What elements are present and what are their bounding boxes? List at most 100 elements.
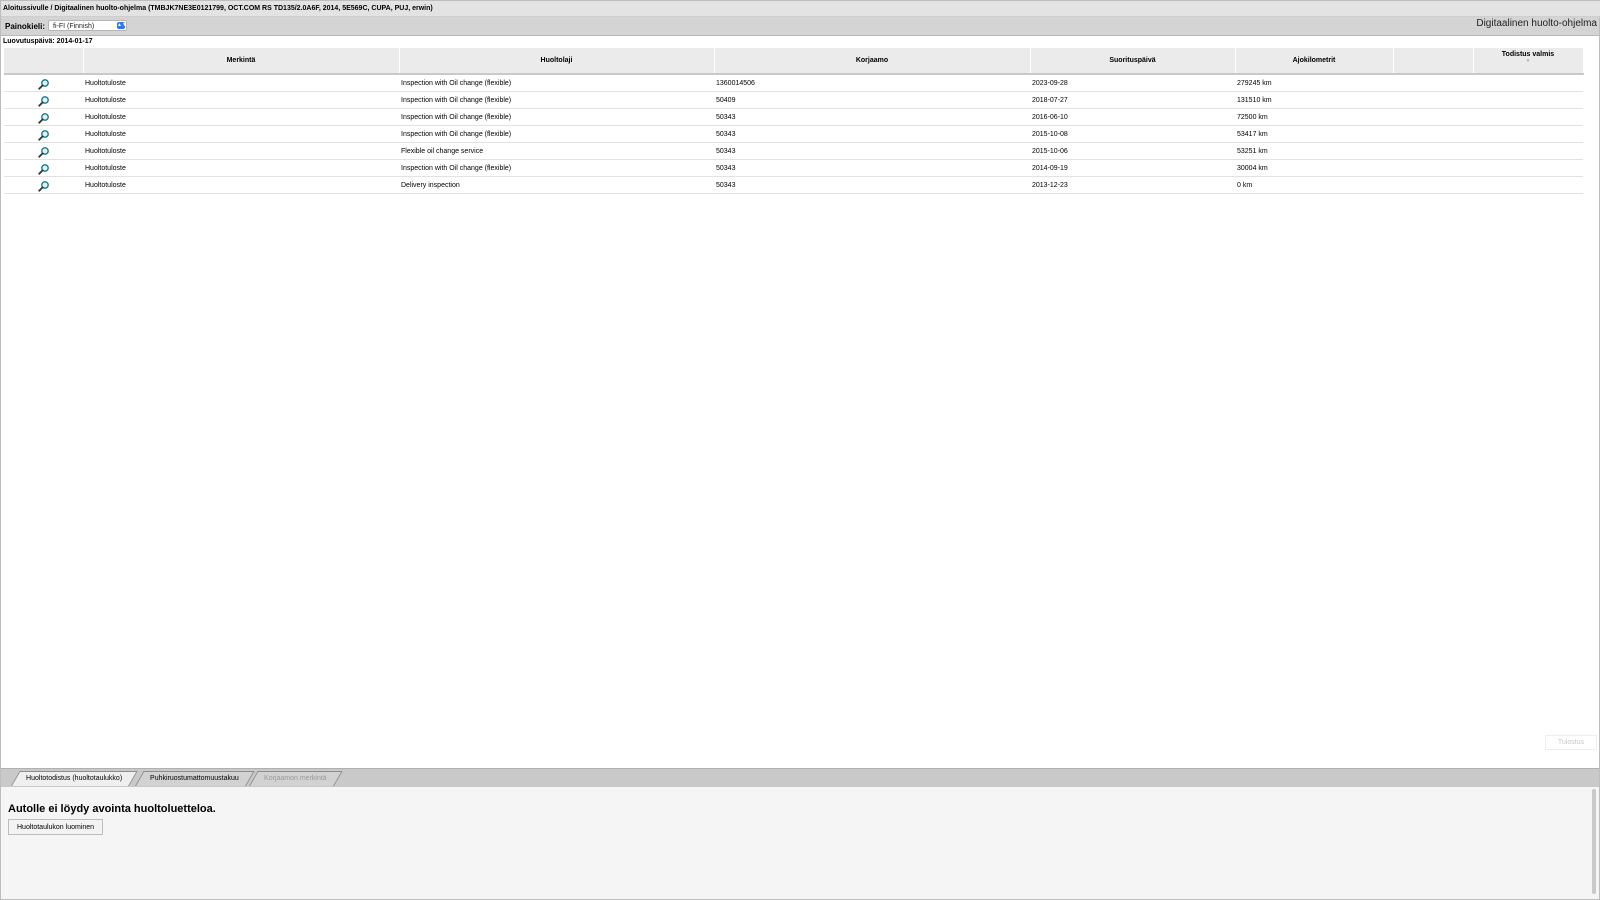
cell-extra [1393, 142, 1473, 160]
cell-suorituspaiva: 2016-06-10 [1030, 108, 1235, 126]
table-row[interactable]: Huoltotuloste Delivery inspection 50343 201… [4, 176, 1583, 194]
app-title: Digitaalinen huolto-ohjelma [1476, 18, 1597, 29]
cell-huoltolaji: Inspection with Oil change (flexible) [399, 125, 714, 143]
cell-merkinta: Huoltotuloste [83, 142, 399, 160]
cell-suorituspaiva: 2015-10-06 [1030, 142, 1235, 160]
chevron-updown-icon: ▲▼ [117, 22, 127, 29]
cell-suorituspaiva: 2018-07-27 [1030, 91, 1235, 109]
cell-todistus [1473, 91, 1583, 109]
breadcrumb[interactable]: Aloitussivulle / Digitaalinen huolto-ohj… [1, 1, 1600, 17]
cell-korjaamo: 50343 [714, 159, 1030, 177]
magnifier-icon[interactable] [37, 146, 50, 158]
cell-merkinta: Huoltotuloste [83, 176, 399, 194]
tab-korjaamon-merkinta[interactable]: Korjaamon merkintä [249, 771, 343, 786]
row-icon-cell[interactable] [4, 74, 83, 92]
cell-korjaamo: 1360014506 [714, 74, 1030, 92]
cell-merkinta: Huoltotuloste [83, 74, 399, 92]
magnifier-icon[interactable] [37, 95, 50, 107]
header-extra [1393, 48, 1474, 75]
language-label: Painokieli: [5, 22, 46, 31]
cell-huoltolaji: Inspection with Oil change (flexible) [399, 159, 714, 177]
cell-merkinta: Huoltotuloste [83, 159, 399, 177]
cell-ajokilometrit: 53417 km [1235, 125, 1393, 143]
cell-suorituspaiva: 2014-09-19 [1030, 159, 1235, 177]
row-icon-cell[interactable] [4, 91, 83, 109]
cell-suorituspaiva: 2013-12-23 [1030, 176, 1235, 194]
cell-korjaamo: 50343 [714, 125, 1030, 143]
cell-merkinta: Huoltotuloste [83, 125, 399, 143]
cell-todistus [1473, 176, 1583, 194]
cell-todistus [1473, 159, 1583, 177]
row-icon-cell[interactable] [4, 159, 83, 177]
header-suorituspaiva[interactable]: Suorituspäivä [1030, 48, 1236, 75]
cell-extra [1393, 91, 1473, 109]
cell-todistus [1473, 74, 1583, 92]
magnifier-icon[interactable] [37, 112, 50, 124]
cell-extra [1393, 159, 1473, 177]
header-huoltolaji[interactable]: Huoltolaji [399, 48, 715, 75]
magnifier-icon[interactable] [37, 129, 50, 141]
tab-puhkiruostumattomuustakuu[interactable]: Puhkiruostumattomuustakuu [135, 771, 255, 786]
empty-message: Autolle ei löydy avointa huoltoluetteloa… [8, 803, 216, 815]
table-row[interactable]: Huoltotuloste Flexible oil change service… [4, 142, 1583, 160]
tab-label: Huoltotodistus (huoltotaulukko) [26, 775, 123, 782]
service-schedule-panel: Autolle ei löydy avointa huoltoluetteloa… [1, 787, 1599, 899]
cell-ajokilometrit: 53251 km [1235, 142, 1393, 160]
cell-todistus [1473, 125, 1583, 143]
cell-ajokilometrit: 131510 km [1235, 91, 1393, 109]
cell-huoltolaji: Delivery inspection [399, 176, 714, 194]
cell-korjaamo: 50409 [714, 91, 1030, 109]
sort-icon: ▾ [1526, 58, 1530, 64]
cell-huoltolaji: Inspection with Oil change (flexible) [399, 74, 714, 92]
cell-todistus [1473, 142, 1583, 160]
table-row[interactable]: Huoltotuloste Inspection with Oil change … [4, 125, 1583, 143]
header-korjaamo[interactable]: Korjaamo [714, 48, 1031, 75]
cell-extra [1393, 108, 1473, 126]
tab-label: Puhkiruostumattomuustakuu [150, 775, 239, 782]
cell-extra [1393, 74, 1473, 92]
row-icon-cell[interactable] [4, 142, 83, 160]
header-todistus[interactable]: Todistus valmis ▾ [1473, 48, 1584, 75]
row-icon-cell[interactable] [4, 176, 83, 194]
cell-ajokilometrit: 279245 km [1235, 74, 1393, 92]
cell-korjaamo: 50343 [714, 142, 1030, 160]
cell-ajokilometrit: 0 km [1235, 176, 1393, 194]
header-merkinta[interactable]: Merkintä [83, 48, 400, 75]
table-row[interactable]: Huoltotuloste Inspection with Oil change … [4, 74, 1583, 92]
cell-huoltolaji: Flexible oil change service [399, 142, 714, 160]
magnifier-icon[interactable] [37, 163, 50, 175]
header-icon-column [4, 48, 84, 75]
cell-korjaamo: 50343 [714, 176, 1030, 194]
cell-ajokilometrit: 30004 km [1235, 159, 1393, 177]
cell-extra [1393, 176, 1473, 194]
vertical-scrollbar[interactable] [1592, 789, 1596, 894]
cell-huoltolaji: Inspection with Oil change (flexible) [399, 108, 714, 126]
cell-extra [1393, 125, 1473, 143]
table-row[interactable]: Huoltotuloste Inspection with Oil change … [4, 91, 1583, 109]
cell-ajokilometrit: 72500 km [1235, 108, 1393, 126]
cell-merkinta: Huoltotuloste [83, 91, 399, 109]
header-todistus-label: Todistus valmis [1501, 51, 1555, 58]
header-ajokilometrit[interactable]: Ajokilometrit [1235, 48, 1394, 75]
tab-huoltotodistus[interactable]: Huoltotodistus (huoltotaulukko) [11, 771, 138, 786]
delivery-date: Luovutuspäivä: 2014-01-17 [3, 38, 93, 45]
cell-suorituspaiva: 2015-10-08 [1030, 125, 1235, 143]
row-icon-cell[interactable] [4, 108, 83, 126]
cell-todistus [1473, 108, 1583, 126]
magnifier-icon[interactable] [37, 180, 50, 192]
language-select-value: fi-FI (Finnish) [53, 23, 95, 30]
row-icon-cell[interactable] [4, 125, 83, 143]
toolbar: Painokieli: fi-FI (Finnish) ▲▼ Digitaali… [1, 17, 1599, 36]
print-button[interactable]: Tulostus [1545, 735, 1597, 750]
service-records-table: Merkintä Huoltolaji Korjaamo Suorituspäi… [4, 48, 1584, 194]
table-header-row: Merkintä Huoltolaji Korjaamo Suorituspäi… [4, 48, 1584, 75]
cell-merkinta: Huoltotuloste [83, 108, 399, 126]
cell-huoltolaji: Inspection with Oil change (flexible) [399, 91, 714, 109]
table-row[interactable]: Huoltotuloste Inspection with Oil change … [4, 159, 1583, 177]
language-select[interactable]: fi-FI (Finnish) ▲▼ [48, 20, 127, 31]
table-row[interactable]: Huoltotuloste Inspection with Oil change … [4, 108, 1583, 126]
cell-korjaamo: 50343 [714, 108, 1030, 126]
magnifier-icon[interactable] [37, 78, 50, 90]
tab-bar: Huoltotodistus (huoltotaulukko) Puhkiruo… [1, 768, 1599, 787]
create-schedule-button[interactable]: Huoltotaulukon luominen [8, 819, 104, 835]
